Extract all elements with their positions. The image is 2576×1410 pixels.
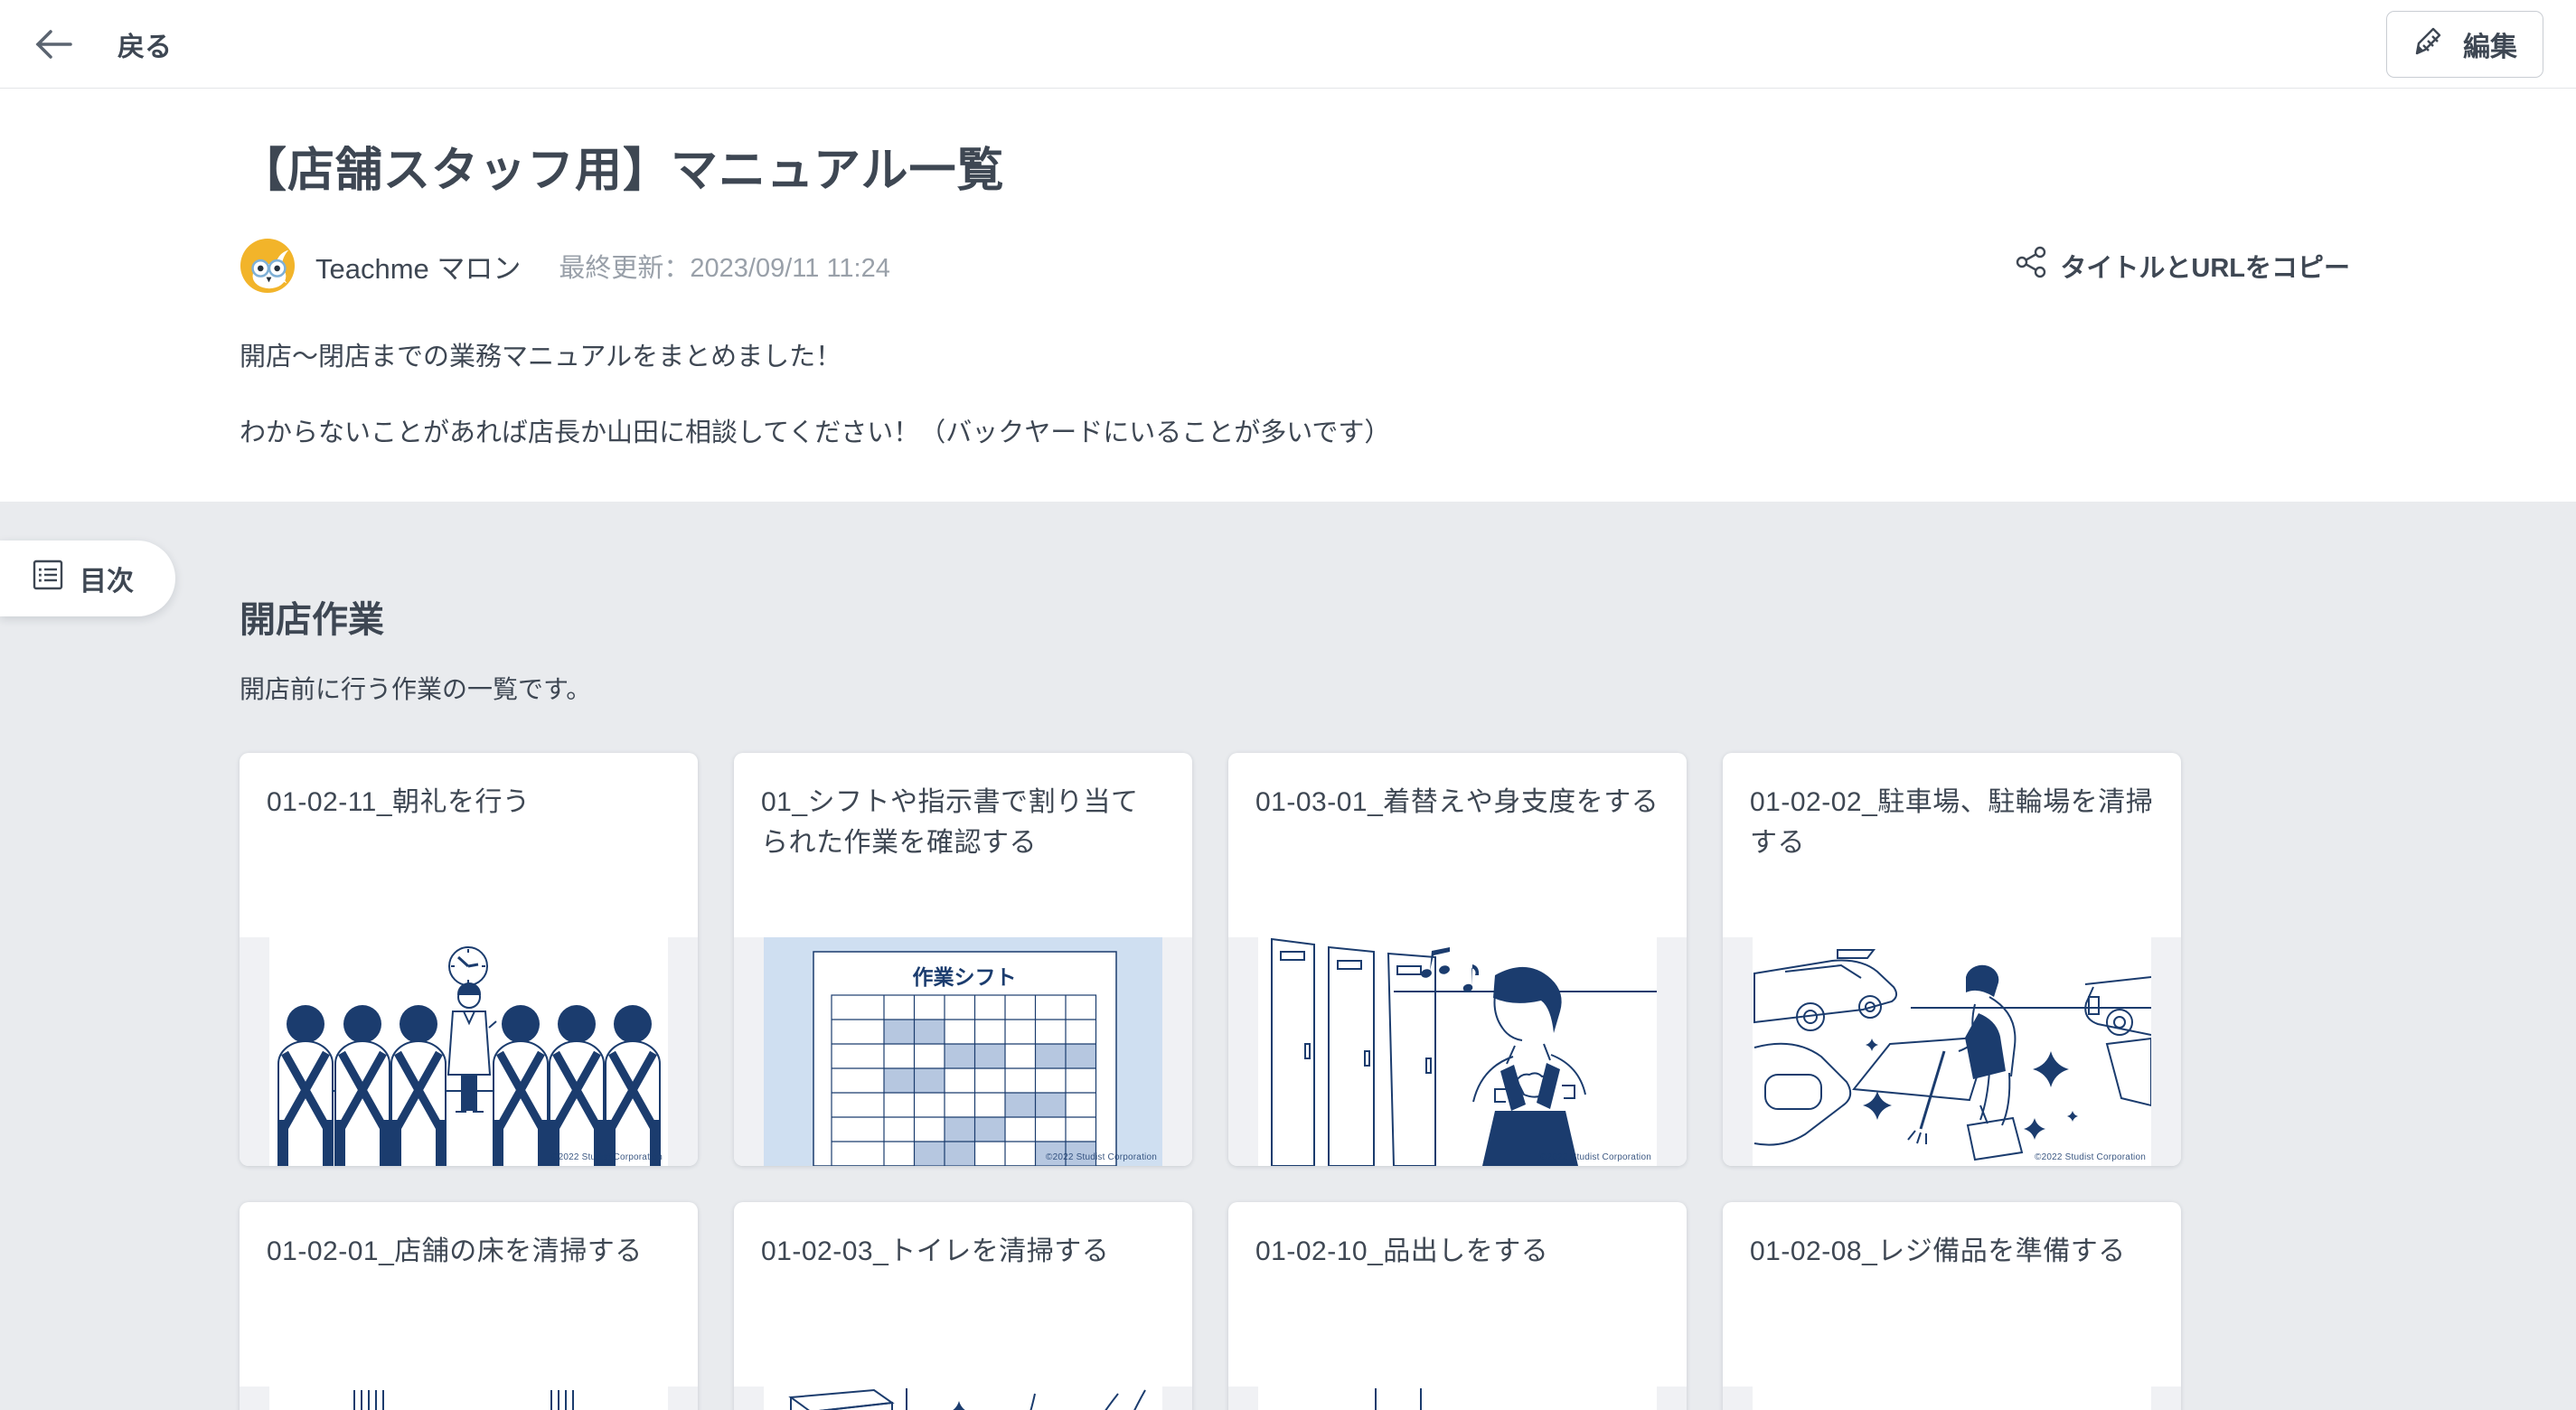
author-name: Teachme マロン [315, 246, 521, 287]
card-title: 01-02-01_店舗の床を清掃する [240, 1202, 698, 1386]
manual-card-toilet-cleaning[interactable]: 01-02-03_トイレを清掃する [734, 1202, 1192, 1410]
floor-cleaning-illustration [269, 1386, 668, 1410]
top-bar: 戻る 編集 [0, 0, 2576, 89]
manual-card-shelf-stocking[interactable]: 01-02-10_品出しをする [1228, 1202, 1687, 1410]
toilet-cleaning-illustration [764, 1386, 1162, 1410]
manual-card-parking-cleaning[interactable]: 01-02-02_駐車場、駐輪場を清掃する [1723, 753, 2181, 1166]
section-content: 開店作業 開店前に行う作業の一覧です。 01-02-11_朝礼を行う [0, 502, 2576, 1410]
meta-row: Teachme マロン 最終更新：2023/09/11 11:24 タイトルとU… [240, 238, 2350, 294]
toc-button[interactable]: 目次 [0, 540, 175, 616]
copyright-watermark: ©2022 Studist Corporation [1540, 1152, 1651, 1162]
section-subtitle: 開店前に行う作業の一覧です。 [240, 670, 2576, 706]
copyright-watermark: ©2022 Studist Corporation [1046, 1152, 1157, 1162]
card-title: 01-03-01_着替えや身支度をする [1228, 753, 1687, 937]
card-title: 01_シフトや指示書で割り当てられた作業を確認する [734, 753, 1192, 937]
back-label[interactable]: 戻る [118, 24, 172, 64]
manual-card-changing-room[interactable]: 01-03-01_着替えや身支度をする [1228, 753, 1687, 1166]
edit-button[interactable]: 編集 [2386, 11, 2543, 78]
copyright-watermark: ©2022 Studist Corporation [551, 1152, 663, 1162]
edit-label: 編集 [2463, 24, 2517, 64]
back-arrow-icon [33, 27, 74, 61]
manual-card-register-supplies[interactable]: 01-02-08_レジ備品を準備する OK!! [1723, 1202, 2181, 1410]
description-line-1: 開店〜閉店までの業務マニュアルをまとめました！ [240, 341, 2350, 375]
card-thumbnail [734, 1386, 1192, 1410]
card-thumbnail: ©2022 Studist Corporation [240, 937, 698, 1166]
parking-cleaning-illustration [1753, 937, 2151, 1166]
register-supplies-illustration: OK!! [1753, 1386, 2151, 1410]
shelf-stocking-illustration [1258, 1386, 1657, 1410]
copy-title-url-button[interactable]: タイトルとURLをコピー [2015, 246, 2350, 286]
pencil-icon [2412, 22, 2450, 67]
card-title: 01-02-11_朝礼を行う [240, 753, 698, 937]
card-thumbnail [240, 1386, 698, 1410]
toc-list-icon [31, 558, 65, 599]
changing-room-illustration [1258, 937, 1657, 1166]
back-button[interactable] [33, 27, 74, 61]
manual-card-grid: 01-02-11_朝礼を行う [240, 753, 2576, 1410]
share-icon [2015, 246, 2047, 286]
copyright-watermark: ©2022 Studist Corporation [2035, 1152, 2146, 1162]
card-title: 01-02-10_品出しをする [1228, 1202, 1687, 1386]
card-thumbnail [1228, 1386, 1687, 1410]
card-thumbnail: OK!! [1723, 1386, 2181, 1410]
manual-body-section: 目次 開店作業 開店前に行う作業の一覧です。 01-02-11_朝礼を行う [0, 502, 2576, 1410]
manual-card-work-shift[interactable]: 01_シフトや指示書で割り当てられた作業を確認する 作業シフト [734, 753, 1192, 1166]
card-title: 01-02-02_駐車場、駐輪場を清掃する [1723, 753, 2181, 937]
author-avatar [240, 238, 296, 294]
card-title: 01-02-08_レジ備品を準備する [1723, 1202, 2181, 1386]
card-thumbnail: ©2022 Studist Corporation [1228, 937, 1687, 1166]
work-shift-illustration: 作業シフト [764, 937, 1162, 1166]
manual-header-section: 【店舗スタッフ用】マニュアル一覧 Teachme マロン 最終更新：2023/0… [0, 89, 2576, 502]
manual-card-morning-assembly[interactable]: 01-02-11_朝礼を行う [240, 753, 698, 1166]
card-title: 01-02-03_トイレを清掃する [734, 1202, 1192, 1386]
description-line-2: わからないことがあれば店長か山田に相談してください！（バックヤードにいることが多… [240, 417, 2350, 451]
last-updated: 最終更新：2023/09/11 11:24 [559, 247, 889, 285]
copy-link-label: タイトルとURLをコピー [2060, 247, 2350, 285]
manual-card-floor-cleaning[interactable]: 01-02-01_店舗の床を清掃する [240, 1202, 698, 1410]
toc-label: 目次 [80, 559, 134, 598]
shift-sheet-title: 作業シフト [913, 965, 1017, 989]
page-title: 【店舗スタッフ用】マニュアル一覧 [240, 132, 2350, 200]
morning-assembly-illustration [269, 937, 668, 1166]
card-thumbnail: ©2022 Studist Corporation [1723, 937, 2181, 1166]
section-title: 開店作業 [240, 590, 2576, 643]
card-thumbnail: 作業シフト [734, 937, 1192, 1166]
